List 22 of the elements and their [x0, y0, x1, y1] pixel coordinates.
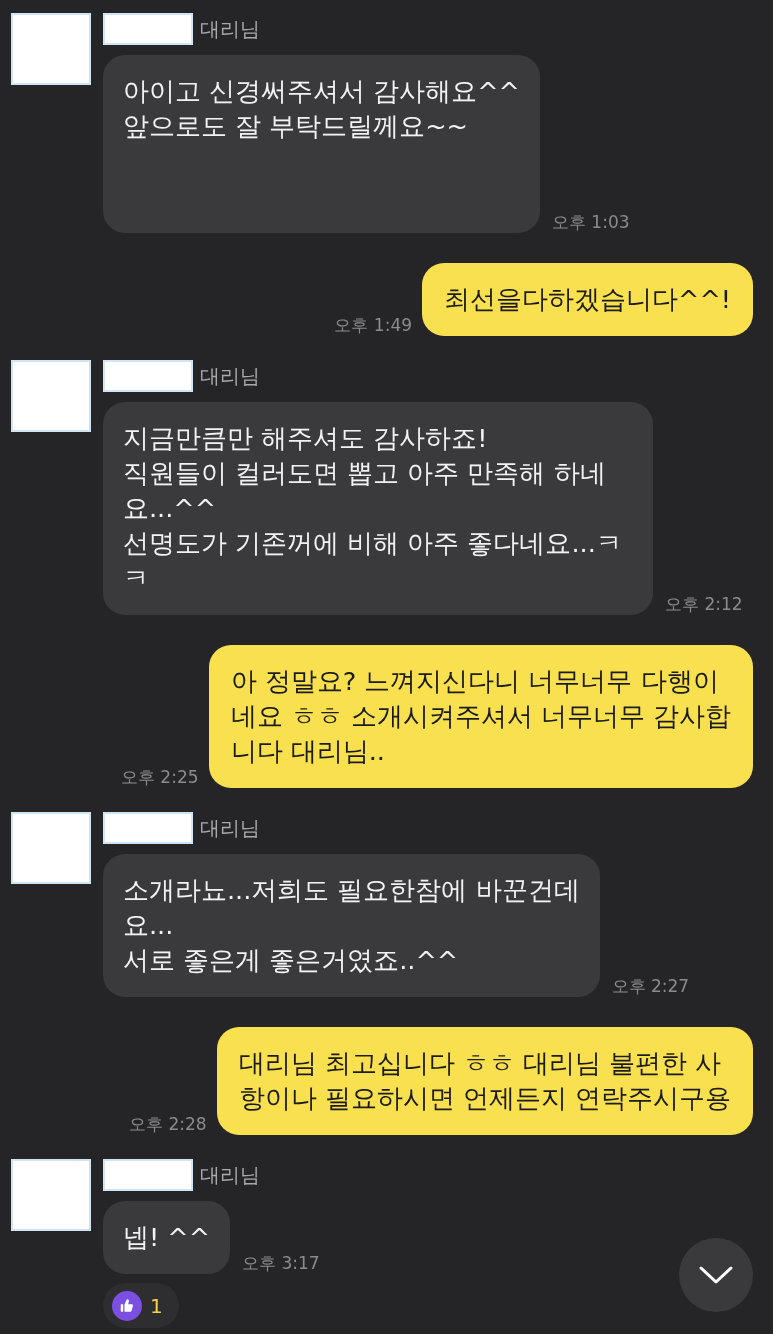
message-text: 넵! ^^ — [123, 1221, 211, 1254]
chevron-down-icon — [699, 1266, 733, 1284]
sender-title: 대리님 — [200, 16, 260, 42]
message-text: 소개라뇨...저희도 필요한참에 바꾼건데 요... 서로 좋은게 좋은거였죠..^^ — [123, 874, 580, 977]
sender-title: 대리님 — [200, 1162, 260, 1188]
message-text: 아 정말요? 느껴지신다니 너무너무 다행이 네요 ㅎㅎ 소개시켜주셔서 너무너무 감사합 니다 대리님.. — [230, 665, 731, 768]
timestamp: 오후 1:49 — [334, 314, 413, 336]
message-text: 최선을다하겠습니다^^! — [444, 283, 731, 316]
timestamp: 오후 2:25 — [120, 766, 199, 788]
timestamp: 오후 3:17 — [242, 1252, 320, 1274]
timestamp: 오후 2:27 — [611, 975, 690, 997]
reaction-badge[interactable]: 1 — [103, 1283, 179, 1328]
message-text: 아이고 신경써주셔서 감사해요^^ 앞으로도 잘 부탁드릴께요~~ — [123, 75, 520, 143]
message-text: 지금만큼만 해주셔도 감사하죠! 직원들이 컬러도면 뽑고 아주 만족해 하네 요...^^ 선명도가 기존꺼에 비해 아주 좋다네요...ㅋㅋ — [123, 422, 623, 595]
message-text: 대리님 최고십니다 ㅎㅎ 대리님 불편한 사 항이나 필요하시면 언제든지 연락주시구용 — [238, 1047, 731, 1115]
sender-title: 대리님 — [200, 815, 260, 841]
timestamp: 오후 2:12 — [665, 593, 743, 615]
thumbs-up-icon — [112, 1290, 142, 1321]
timestamp: 오후 2:28 — [129, 1113, 207, 1135]
sender-title: 대리님 — [200, 363, 260, 389]
timestamp: 오후 1:03 — [551, 211, 630, 233]
reaction-count: 1 — [150, 1293, 163, 1318]
